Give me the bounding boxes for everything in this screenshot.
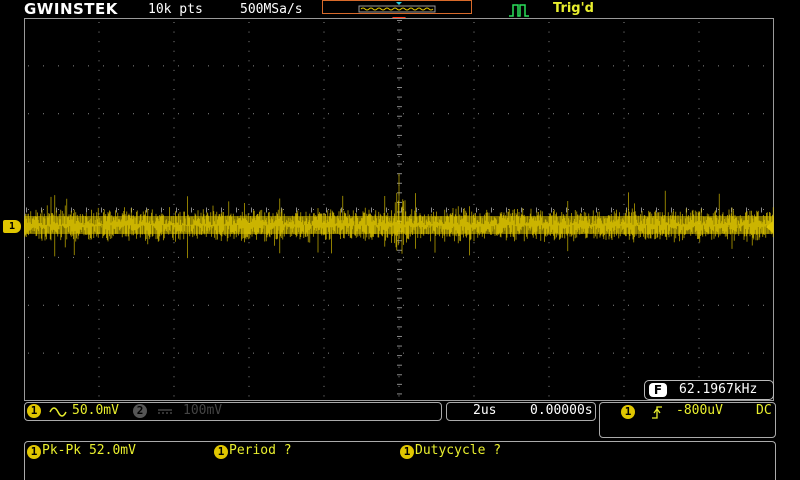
channel-status-bar[interactable]: 1 50.0mV 2 100mV [24, 402, 442, 421]
measurement-3: Dutycycle ? [415, 443, 502, 458]
rising-edge-icon [650, 404, 664, 424]
trigger-coupling: DC [756, 403, 772, 418]
frequency-value: 62.1967kHz [679, 382, 758, 397]
brand-logo: GWINSTEK [24, 0, 118, 18]
ac-coupling-icon [49, 403, 67, 423]
sample-rate: 500MSa/s [240, 2, 303, 17]
frequency-icon: F [649, 383, 667, 397]
ch2-scale: 100mV [183, 403, 223, 418]
measurement-1: Pk-Pk 52.0mV [42, 443, 136, 458]
trigger-level: -800uV [676, 403, 723, 418]
waveform-display [24, 18, 774, 401]
timebase-scale: 2us [473, 403, 497, 418]
memory-depth: 10k pts [148, 2, 203, 17]
trigger-status-panel[interactable]: 1 -800uV DC [599, 402, 776, 438]
ch1-badge: 1 [27, 404, 41, 418]
trigger-source-badge: 1 [621, 405, 635, 419]
trigger-level-marker[interactable] [766, 221, 773, 233]
horizontal-position: 0.00000s [530, 403, 593, 418]
ch2-badge: 2 [133, 404, 147, 418]
measurement-1-source: 1 [27, 445, 41, 459]
trigger-status: Trig'd [553, 1, 594, 16]
ch1-position-marker[interactable]: 1 [3, 220, 21, 233]
overview-wave-icon [358, 2, 436, 13]
dc-coupling-icon [156, 403, 174, 423]
timebase-status[interactable]: 2us 0.00000s [446, 402, 596, 421]
waveform-overview [322, 0, 472, 14]
ch1-scale: 50.0mV [72, 403, 119, 418]
measurement-3-source: 1 [400, 445, 414, 459]
measurement-2: Period ? [229, 443, 292, 458]
measurement-panel[interactable]: 1 Pk-Pk 52.0mV 1 Period ? 1 Dutycycle ? [24, 441, 776, 480]
frequency-counter: F 62.1967kHz [644, 380, 774, 400]
measurement-2-source: 1 [214, 445, 228, 459]
